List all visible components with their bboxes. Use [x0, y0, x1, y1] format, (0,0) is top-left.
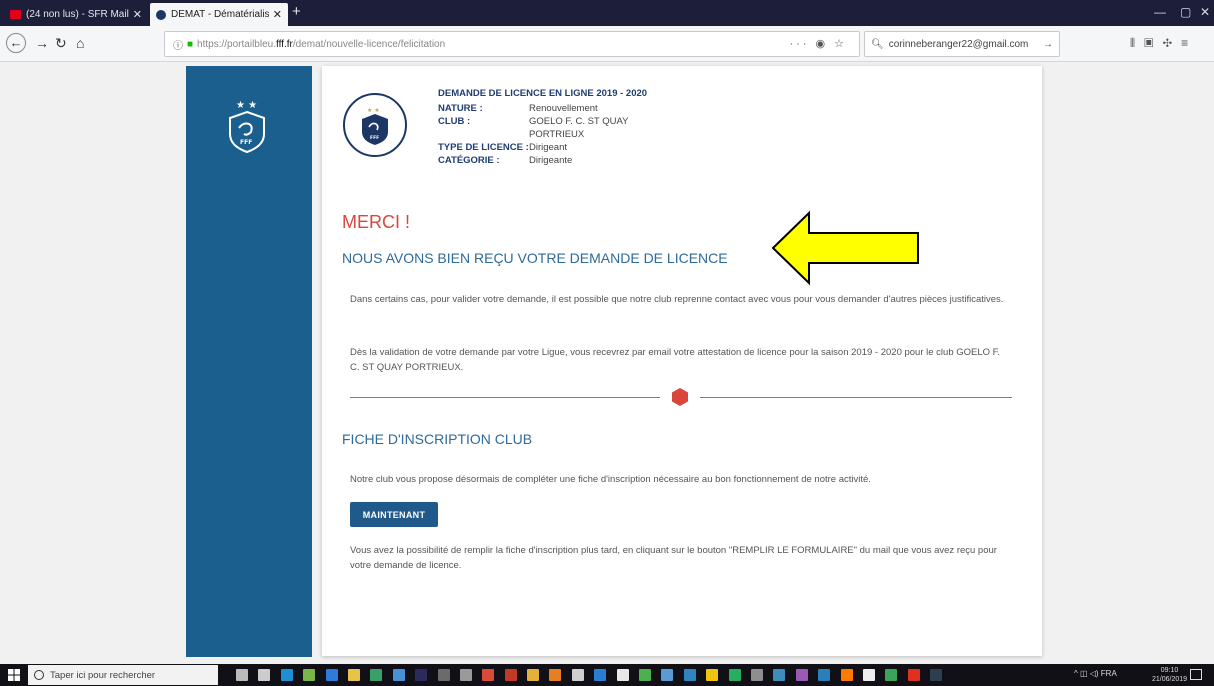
summary-row-type: TYPE DE LICENCE : Dirigeant	[438, 142, 568, 153]
app-icon[interactable]	[482, 669, 495, 681]
svg-text:★ ★: ★ ★	[367, 107, 380, 114]
app-icon[interactable]	[885, 669, 898, 681]
new-tab-icon[interactable]: +	[292, 3, 301, 20]
app-icon[interactable]	[459, 669, 472, 681]
summary-row-club: CLUB : GOELO F. C. ST QUAY PORTRIEUX	[438, 116, 629, 140]
app-icon[interactable]	[907, 669, 920, 681]
url-bar[interactable]: ⓘ ■ https://portailbleu.fff.fr/demat/nou…	[164, 31, 860, 57]
close-window-icon[interactable]: ✕	[1200, 5, 1210, 19]
app-icon[interactable]	[661, 669, 674, 681]
firefox-icon[interactable]	[840, 669, 853, 681]
svg-text:★ ★: ★ ★	[236, 100, 257, 111]
app-icon[interactable]	[325, 669, 338, 681]
sfr-favicon-icon	[10, 10, 21, 19]
vlc-icon[interactable]	[549, 669, 562, 681]
app-icon[interactable]	[683, 669, 696, 681]
fff-logo-icon: ★ ★ FFF	[229, 100, 265, 154]
sidebar: ★ ★ FFF	[186, 66, 312, 657]
main-card: ★ ★ FFF DEMANDE DE LICENCE EN LIGNE 2019…	[322, 66, 1042, 656]
app-icon[interactable]	[930, 669, 943, 681]
lock-icon: ■	[187, 38, 194, 50]
minimize-icon[interactable]: —	[1154, 5, 1166, 19]
info-paragraph-2: Dès la validation de votre demande par v…	[350, 347, 1001, 373]
close-tab-icon[interactable]: ✕	[273, 8, 282, 21]
app-icon[interactable]	[527, 669, 540, 681]
taskbar-search[interactable]: Taper ici pour rechercher	[28, 665, 218, 685]
search-icon: 🔍︎	[871, 38, 884, 50]
fff-badge-icon: ★ ★ FFF	[343, 93, 407, 157]
explorer-icon[interactable]	[347, 669, 360, 681]
info-paragraph-1: Dans certains cas, pour valider votre de…	[350, 294, 1004, 305]
tab-sfr-mail[interactable]: (24 non lus) - SFR Mail | Mail ✕	[4, 3, 148, 26]
taskbar-search-placeholder: Taper ici pour rechercher	[50, 669, 156, 681]
info-icon[interactable]: ⓘ	[173, 37, 183, 52]
yellow-arrow-icon	[771, 210, 919, 286]
app-icon[interactable]	[594, 669, 607, 681]
task-view-icon[interactable]	[258, 669, 271, 681]
close-tab-icon[interactable]: ✕	[133, 8, 142, 21]
tray-icons[interactable]: ^ ◫ ◁) FRA	[1074, 669, 1117, 678]
app-icon[interactable]	[818, 669, 831, 681]
app-icon[interactable]	[370, 669, 383, 681]
app-icon[interactable]	[795, 669, 808, 681]
merci-heading: MERCI !	[342, 212, 411, 232]
licence-summary: DEMANDE DE LICENCE EN LIGNE 2019 - 2020 …	[438, 88, 649, 167]
browser-nav-bar: ← → ↻ ⌂ ⓘ ■ https://portailbleu.fff.fr/d…	[0, 26, 1214, 62]
summary-row-nature: NATURE : Renouvellement	[438, 103, 598, 114]
url-text: https://portailbleu.fff.fr/demat/nouvell…	[197, 38, 446, 50]
toolbar-icons[interactable]: ⫴▣✣≡	[1130, 36, 1197, 51]
app-icon[interactable]	[392, 669, 405, 681]
fiche-later-paragraph: Vous avez la possibilité de remplir la f…	[350, 545, 997, 571]
windows-start-icon[interactable]	[8, 669, 20, 681]
notifications-icon[interactable]	[1190, 669, 1202, 680]
reload-icon[interactable]: ↻	[55, 35, 67, 52]
mic-icon[interactable]	[236, 669, 248, 681]
svg-text:FFF: FFF	[240, 139, 252, 146]
fff-favicon-icon	[156, 9, 166, 20]
app-icon[interactable]	[303, 669, 316, 681]
tab-label: (24 non lus) - SFR Mail | Mail	[26, 9, 129, 20]
tab-demat[interactable]: DEMAT - Dématérialisation de ✕	[150, 3, 288, 26]
app-icon[interactable]	[437, 669, 450, 681]
search-go-icon[interactable]: →	[1043, 39, 1053, 50]
forward-icon[interactable]: →	[35, 35, 49, 51]
filezilla-icon[interactable]	[504, 669, 517, 681]
home-icon[interactable]: ⌂	[76, 35, 84, 51]
app-icon[interactable]	[750, 669, 763, 681]
search-bar[interactable]: 🔍︎ corinneberanger22@gmail.com →	[864, 31, 1060, 57]
app-icon[interactable]	[728, 669, 741, 681]
app-icon[interactable]	[706, 669, 719, 681]
back-icon[interactable]: ←	[6, 33, 26, 53]
search-input[interactable]: corinneberanger22@gmail.com	[889, 39, 1043, 50]
clock[interactable]: 09:10 21/06/2019	[1152, 666, 1187, 684]
app-icon[interactable]	[773, 669, 786, 681]
fiche-heading: FICHE D'INSCRIPTION CLUB	[342, 431, 533, 447]
summary-row-categorie: CATÉGORIE : Dirigeante	[438, 155, 573, 166]
maximize-icon[interactable]: ▢	[1180, 5, 1191, 19]
summary-title: DEMANDE DE LICENCE EN LIGNE 2019 - 2020	[438, 88, 648, 99]
app-icon[interactable]	[639, 669, 652, 681]
app-icon[interactable]	[862, 669, 875, 681]
photoshop-icon[interactable]	[415, 669, 428, 681]
taskbar: Taper ici pour rechercher ^ ◫ ◁) FRA 09:…	[0, 664, 1214, 686]
tab-label: DEMAT - Dématérialisation de	[171, 9, 269, 20]
browser-tab-bar: (24 non lus) - SFR Mail | Mail ✕ DEMAT -…	[0, 0, 1214, 26]
taskbar-apps	[236, 669, 953, 681]
svg-text:FFF: FFF	[370, 135, 379, 141]
app-icon[interactable]	[571, 669, 584, 681]
app-icon[interactable]	[616, 669, 629, 681]
cortana-icon	[34, 670, 44, 680]
divider-ornament	[660, 385, 700, 409]
fiche-paragraph: Notre club vous propose désormais de com…	[350, 474, 871, 485]
hexagon-icon	[672, 388, 688, 406]
url-actions-icons[interactable]: ··· ◉ ☆	[789, 37, 847, 50]
confirmation-heading: NOUS AVONS BIEN REÇU VOTRE DEMANDE DE LI…	[342, 250, 728, 266]
maintenant-button[interactable]: MAINTENANT	[350, 502, 438, 527]
edge-icon[interactable]	[280, 669, 293, 681]
